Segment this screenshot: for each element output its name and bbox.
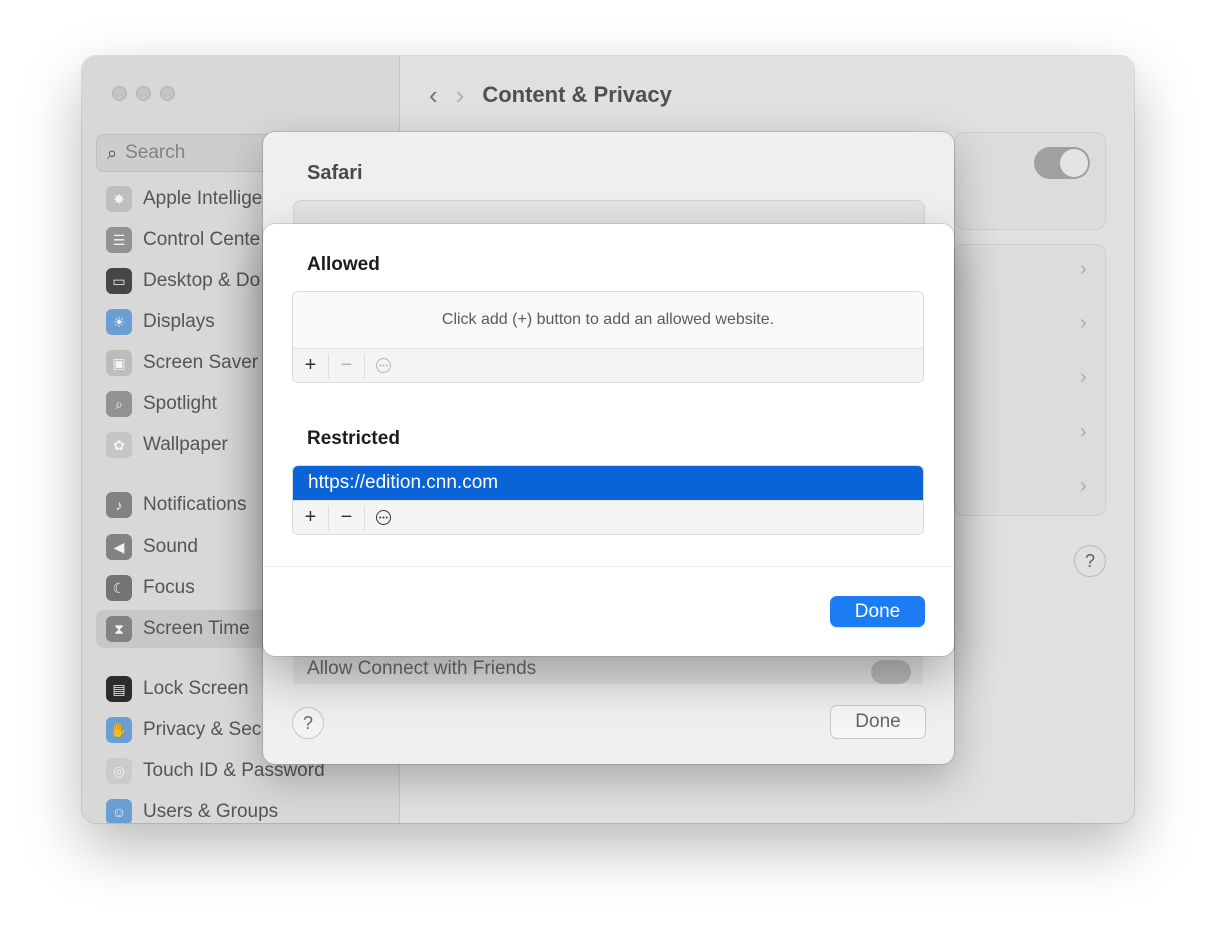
restricted-list: https://edition.cnn.com + − [292, 465, 924, 535]
connect-friends-toggle[interactable] [871, 660, 911, 684]
allowed-add-button[interactable]: + [293, 353, 329, 378]
allowed-toolbar: + − [293, 348, 923, 382]
allowed-section-title: Allowed [307, 254, 380, 275]
restricted-toolbar: + − [293, 500, 923, 534]
restricted-remove-button[interactable]: − [329, 505, 365, 530]
dialog-divider [263, 566, 954, 567]
safari-sheet-title: Safari [307, 162, 363, 184]
sheet-done-button[interactable]: Done [830, 705, 926, 739]
restricted-add-button[interactable]: + [293, 505, 329, 530]
websites-dialog: Allowed Click add (+) button to add an a… [263, 224, 954, 656]
restricted-more-button[interactable] [365, 506, 401, 530]
allowed-list: Click add (+) button to add an allowed w… [292, 291, 924, 383]
ellipsis-circle-icon [375, 510, 391, 525]
allowed-remove-button[interactable]: − [329, 353, 365, 378]
ellipsis-circle-icon [375, 358, 391, 373]
done-button[interactable]: Done [830, 596, 925, 627]
restricted-list-item[interactable]: https://edition.cnn.com [293, 466, 923, 500]
restricted-section-title: Restricted [307, 428, 400, 449]
connect-friends-row: Allow Connect with Friends [293, 654, 923, 684]
allowed-more-button[interactable] [365, 354, 401, 378]
sheet-help-button[interactable]: ? [292, 707, 324, 739]
allowed-empty-hint: Click add (+) button to add an allowed w… [293, 292, 923, 348]
